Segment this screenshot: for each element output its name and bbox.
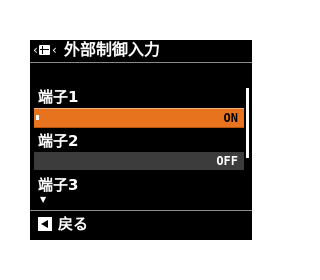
- selection-marker-icon: [36, 115, 39, 120]
- item-label-terminal-2: 端子2: [38, 132, 79, 150]
- terminal-1-value: ON: [223, 111, 238, 125]
- breadcrumb-left-arrow-icon-2[interactable]: ‹: [52, 43, 57, 57]
- terminal-1-setting-row[interactable]: ON: [34, 108, 244, 128]
- custom-menu-icon: [39, 45, 50, 55]
- scroll-down-arrow-icon: ▼: [40, 195, 47, 204]
- scrollbar[interactable]: [246, 88, 249, 158]
- terminal-2-value: OFF: [216, 154, 238, 168]
- camera-screen: ‹ ‹ 外部制御入力 端子1 ON 端子2 OFF 端子3 ▼ 戻る: [30, 40, 252, 240]
- footer-bar: 戻る: [30, 210, 252, 240]
- back-button-icon[interactable]: [38, 217, 52, 231]
- back-label[interactable]: 戻る: [58, 215, 88, 233]
- item-label-terminal-1: 端子1: [38, 88, 79, 106]
- breadcrumb-left-arrow-icon[interactable]: ‹: [33, 43, 38, 57]
- page-title: 外部制御入力: [64, 40, 161, 59]
- item-label-terminal-3[interactable]: 端子3: [38, 176, 78, 194]
- terminal-2-setting-row[interactable]: OFF: [34, 152, 244, 170]
- header-bar: ‹ ‹ 外部制御入力: [30, 40, 252, 63]
